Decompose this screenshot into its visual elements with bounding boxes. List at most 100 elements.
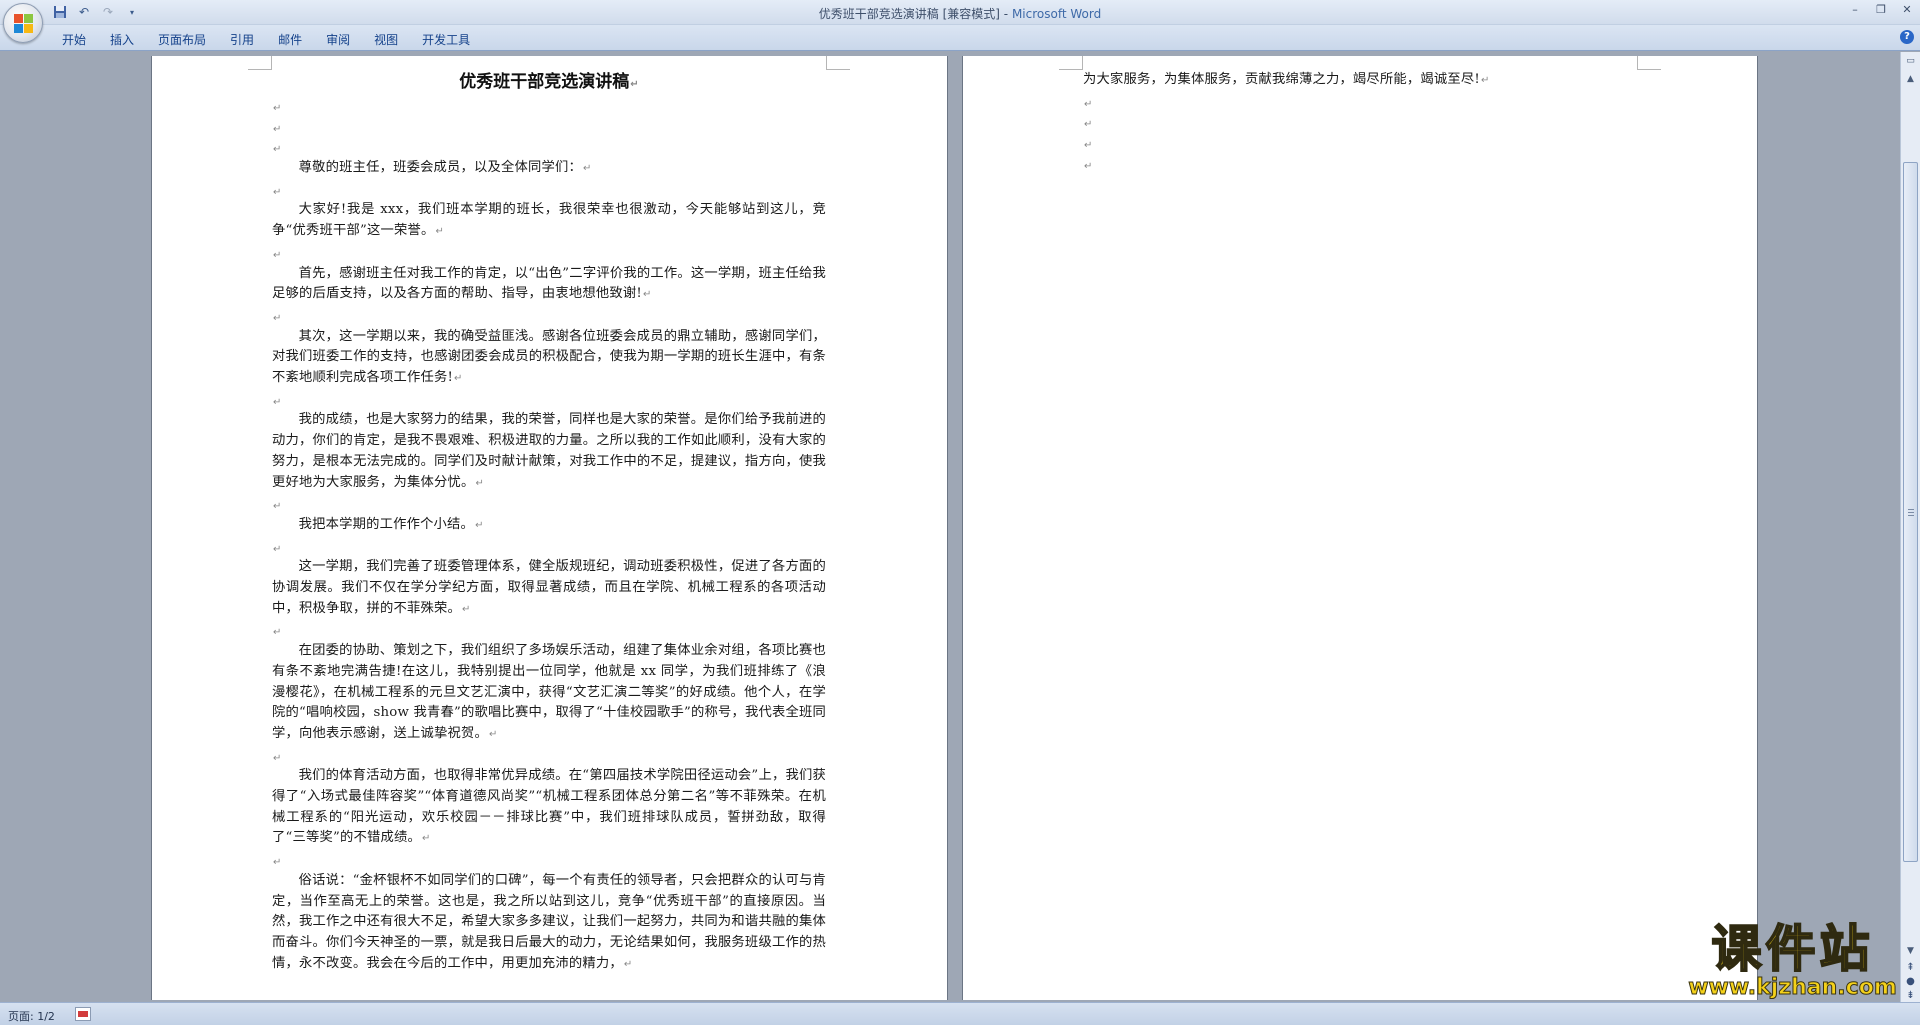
tab-mailings[interactable]: 邮件 bbox=[266, 29, 314, 50]
paragraph-mark: ↵ bbox=[1480, 75, 1490, 86]
paragraph-text: 这一学期，我们完善了班委管理体系，健全版规班纪，调动班委积极性，促进了各方面的协… bbox=[272, 559, 826, 616]
paragraph[interactable]: 尊敬的班主任，班委会成员，以及全体同学们：↵ bbox=[272, 158, 826, 180]
paragraph-mark: ↵ bbox=[273, 396, 282, 408]
document-page-1[interactable]: 优秀班干部竞选演讲稿↵ ↵ ↵ ↵ 尊敬的班主任，班委会成员，以及全体同学们：↵ ↵ 大家… bbox=[151, 56, 948, 1000]
restore-icon[interactable]: ❐ bbox=[1868, 0, 1894, 18]
ruler-toggle-icon[interactable]: ▭ bbox=[1903, 54, 1918, 69]
paragraph-mark: ↵ bbox=[435, 226, 445, 238]
paragraph-text: 尊敬的班主任，班委会成员，以及全体同学们： bbox=[298, 160, 583, 176]
paragraph-mark: ↵ bbox=[273, 857, 282, 869]
status-bar: 页面: 1/2 bbox=[0, 1002, 1920, 1025]
title-bar: ↶ ↷ ▾ 优秀班干部竞选演讲稿 [兼容模式] - Microsoft Word… bbox=[0, 0, 1920, 43]
tab-developer[interactable]: 开发工具 bbox=[410, 29, 482, 50]
scroll-down-icon[interactable]: ▼ bbox=[1903, 944, 1918, 959]
close-icon[interactable]: ✕ bbox=[1894, 0, 1920, 18]
page-1-body: 优秀班干部竞选演讲稿↵ ↵ ↵ ↵ 尊敬的班主任，班委会成员，以及全体同学们：↵ ↵ 大家… bbox=[272, 70, 826, 975]
empty-paragraph[interactable]: ↵ bbox=[272, 243, 826, 264]
watermark-url: www.kjzhan.com bbox=[1688, 975, 1898, 1000]
paragraph[interactable]: 我们的体育活动方面，也取得非常优异成绩。在“第四届技术学院田径运动会”上，我们获… bbox=[272, 766, 826, 850]
tab-references[interactable]: 引用 bbox=[218, 29, 266, 50]
empty-paragraph[interactable]: ↵ bbox=[1083, 154, 1637, 175]
page-2-body: 为大家服务，为集体服务，贡献我绵薄之力，竭尽所能，竭诚至尽!↵ ↵ ↵ ↵ ↵ bbox=[1083, 70, 1637, 174]
paragraph-mark: ↵ bbox=[273, 186, 282, 198]
vertical-scrollbar[interactable]: ▭ ▲ ▼ ⇞ ● ⇟ bbox=[1900, 52, 1920, 1002]
paragraph[interactable]: 我的成绩，也是大家努力的结果，我的荣誉，同样也是大家的荣誉。是你们给予我前进的动… bbox=[272, 410, 826, 494]
crop-mark bbox=[248, 56, 272, 70]
paragraph-mark: ↵ bbox=[642, 289, 652, 301]
tab-insert[interactable]: 插入 bbox=[98, 29, 146, 50]
document-page-2[interactable]: 为大家服务，为集体服务，贡献我绵薄之力，竭尽所能，竭诚至尽!↵ ↵ ↵ ↵ ↵ bbox=[962, 56, 1758, 1000]
empty-paragraph[interactable]: ↵ bbox=[1083, 133, 1637, 154]
paragraph-mark: ↵ bbox=[273, 627, 282, 639]
page-1-content: ↵ ↵ ↵ 尊敬的班主任，班委会成员，以及全体同学们：↵ ↵ 大家好!我是 xxx，我们班… bbox=[272, 96, 826, 975]
paragraph-text: 为大家服务，为集体服务，贡献我绵薄之力，竭尽所能，竭诚至尽! bbox=[1083, 72, 1480, 87]
office-logo-icon bbox=[14, 14, 34, 34]
empty-paragraph[interactable]: ↵ bbox=[272, 620, 826, 641]
paragraph[interactable]: 我把本学期的工作作个小结。↵ bbox=[272, 515, 826, 537]
tab-home[interactable]: 开始 bbox=[50, 29, 98, 50]
paragraph-mark: ↵ bbox=[1084, 119, 1093, 131]
crop-mark bbox=[1637, 56, 1661, 70]
paragraph-mark: ↵ bbox=[488, 728, 498, 740]
empty-paragraph[interactable]: ↵ bbox=[272, 96, 826, 117]
paragraph-mark: ↵ bbox=[475, 519, 484, 531]
crop-mark bbox=[826, 56, 850, 70]
site-watermark: 课件站 www.kjzhan.com bbox=[1685, 920, 1900, 1000]
document-title[interactable]: 优秀班干部竞选演讲稿↵ bbox=[272, 70, 826, 96]
paragraph-text: 我们的体育活动方面，也取得非常优异成绩。在“第四届技术学院田径运动会”上，我们获… bbox=[272, 768, 826, 846]
paragraph-text: 首先，感谢班主任对我工作的肯定，以“出色”二字评价我的工作。这一学期，班主任给我… bbox=[272, 265, 826, 302]
scroll-up-icon[interactable]: ▲ bbox=[1903, 72, 1918, 87]
tab-view[interactable]: 视图 bbox=[362, 29, 410, 50]
paragraph-mark: ↵ bbox=[454, 373, 463, 385]
paragraph-mark: ↵ bbox=[630, 79, 639, 90]
paragraph-mark: ↵ bbox=[273, 249, 282, 261]
paragraph[interactable]: 首先，感谢班主任对我工作的肯定，以“出色”二字评价我的工作。这一学期，班主任给我… bbox=[272, 264, 826, 306]
paragraph-text: 其次，这一学期以来，我的确受益匪浅。感谢各位班委会成员的鼎立辅助，感谢同学们，对… bbox=[272, 328, 826, 386]
watermark-logo-text: 课件站 bbox=[1711, 920, 1874, 978]
empty-paragraph[interactable]: ↵ bbox=[272, 390, 826, 411]
window-controls: – ❐ ✕ bbox=[1842, 0, 1920, 18]
tab-page-layout[interactable]: 页面布局 bbox=[146, 29, 218, 50]
empty-paragraph[interactable]: ↵ bbox=[1083, 92, 1637, 113]
ribbon-tab-bar: 开始 插入 页面布局 引用 邮件 审阅 视图 开发工具 ? bbox=[0, 25, 1920, 51]
paragraph-mark: ↵ bbox=[273, 543, 282, 555]
ribbon-tabs: 开始 插入 页面布局 引用 邮件 审阅 视图 开发工具 bbox=[50, 29, 482, 50]
paragraph-mark: ↵ bbox=[273, 123, 282, 135]
paragraph-mark: ↵ bbox=[273, 312, 282, 324]
paragraph-mark: ↵ bbox=[273, 501, 282, 513]
paragraph[interactable]: 俗话说：“金杯银杯不如同学们的口碑”，每一个有责任的领导者，只会把群众的认可与肯… bbox=[272, 871, 826, 976]
empty-paragraph[interactable]: ↵ bbox=[272, 494, 826, 515]
empty-paragraph[interactable]: ↵ bbox=[272, 306, 826, 327]
paragraph-mark: ↵ bbox=[1084, 140, 1093, 152]
proofing-icon[interactable] bbox=[75, 1007, 91, 1021]
window-title: 优秀班干部竞选演讲稿 [兼容模式] - Microsoft Word bbox=[0, 5, 1920, 22]
paragraph[interactable]: 这一学期，我们完善了班委管理体系，健全版规班纪，调动班委积极性，促进了各方面的协… bbox=[272, 557, 826, 620]
help-icon[interactable]: ? bbox=[1900, 30, 1914, 44]
paragraph-text: 俗话说：“金杯银杯不如同学们的口碑”，每一个有责任的领导者，只会把群众的认可与肯… bbox=[272, 872, 826, 971]
empty-paragraph[interactable]: ↵ bbox=[272, 537, 826, 558]
scrollbar-thumb[interactable] bbox=[1903, 162, 1918, 862]
paragraph-mark: ↵ bbox=[1084, 98, 1093, 110]
page-indicator[interactable]: 页面: 1/2 bbox=[8, 1008, 55, 1024]
paragraph[interactable]: 在团委的协助、策划之下，我们组织了多场娱乐活动，组建了集体业余对组，各项比赛也有… bbox=[272, 641, 826, 746]
tab-review[interactable]: 审阅 bbox=[314, 29, 362, 50]
empty-paragraph[interactable]: ↵ bbox=[272, 850, 826, 871]
minimize-icon[interactable]: – bbox=[1842, 0, 1868, 18]
page-2-content: 为大家服务，为集体服务，贡献我绵薄之力，竭尽所能，竭诚至尽!↵ ↵ ↵ ↵ ↵ bbox=[1083, 70, 1637, 174]
empty-paragraph[interactable]: ↵ bbox=[272, 746, 826, 767]
paragraph-mark: ↵ bbox=[623, 958, 633, 970]
empty-paragraph[interactable]: ↵ bbox=[272, 137, 826, 158]
paragraph[interactable]: 大家好!我是 xxx，我们班本学期的班长，我很荣幸也很激动，今天能够站到这儿，竞… bbox=[272, 200, 826, 242]
empty-paragraph[interactable]: ↵ bbox=[272, 180, 826, 201]
paragraph-mark: ↵ bbox=[273, 752, 282, 764]
paragraph-mark: ↵ bbox=[475, 477, 485, 489]
empty-paragraph[interactable]: ↵ bbox=[272, 117, 826, 138]
empty-paragraph[interactable]: ↵ bbox=[1083, 112, 1637, 133]
paragraph-mark: ↵ bbox=[421, 833, 431, 845]
paragraph-text: 在团委的协助、策划之下，我们组织了多场娱乐活动，组建了集体业余对组，各项比赛也有… bbox=[272, 643, 826, 741]
paragraph-mark: ↵ bbox=[1084, 160, 1093, 172]
office-button[interactable] bbox=[3, 3, 43, 43]
title-separator: - bbox=[999, 7, 1012, 21]
paragraph[interactable]: 其次，这一学期以来，我的确受益匪浅。感谢各位班委会成员的鼎立辅助，感谢同学们，对… bbox=[272, 327, 826, 390]
paragraph[interactable]: 为大家服务，为集体服务，贡献我绵薄之力，竭尽所能，竭诚至尽!↵ bbox=[1083, 70, 1637, 92]
